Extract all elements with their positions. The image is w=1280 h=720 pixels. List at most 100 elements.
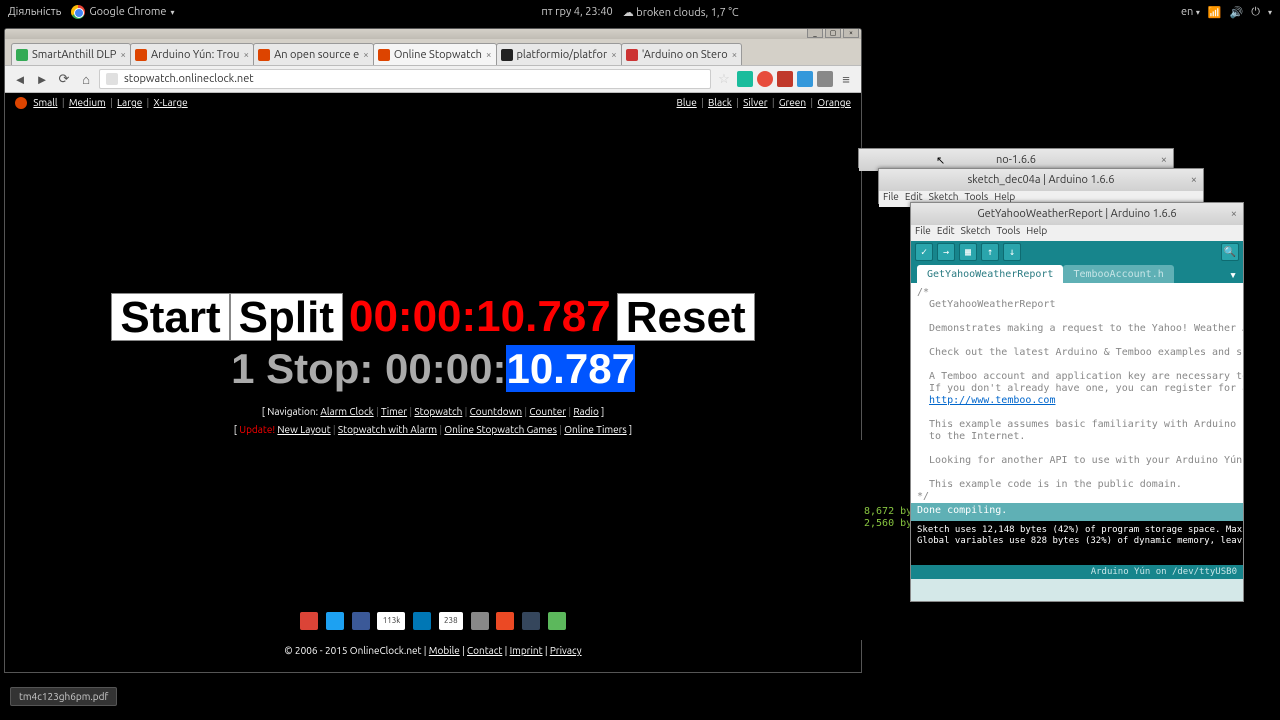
reload-button[interactable]: ⟳ (55, 70, 73, 88)
close-tab-icon[interactable]: × (732, 49, 738, 60)
lang-indicator[interactable]: en ▾ (1181, 6, 1200, 18)
close-tab-icon[interactable]: × (243, 49, 249, 60)
weather-widget[interactable]: ☁ broken clouds, 1,7 °C (623, 6, 739, 19)
close-icon[interactable]: × (1161, 154, 1167, 166)
star-icon[interactable]: ☆ (715, 70, 733, 88)
close-icon[interactable]: × (1191, 174, 1197, 186)
link[interactable]: Medium (69, 97, 106, 108)
close-tab-icon[interactable]: × (486, 49, 492, 60)
menu-item[interactable]: Edit (905, 191, 923, 202)
link[interactable]: New Layout (277, 424, 330, 435)
open-button[interactable]: ↑ (981, 243, 999, 261)
arduino-window-main[interactable]: GetYahooWeatherReport | Arduino 1.6.6× F… (910, 202, 1244, 602)
start-button[interactable]: Start (111, 293, 229, 341)
link[interactable]: Contact (467, 645, 502, 656)
reset-button[interactable]: Reset (617, 293, 755, 341)
menu-item[interactable]: File (883, 191, 899, 202)
tab-menu-icon[interactable]: ▾ (1223, 268, 1243, 283)
link[interactable]: Mobile (429, 645, 460, 656)
tab-sketch[interactable]: GetYahooWeatherReport (917, 265, 1063, 283)
menu-button[interactable]: ≡ (837, 70, 855, 88)
link[interactable]: Privacy (550, 645, 582, 656)
browser-tab[interactable]: SmartAnthill DLP× (11, 43, 131, 65)
share-icon[interactable] (548, 612, 566, 630)
close-tab-icon[interactable]: × (363, 49, 369, 60)
link[interactable]: Stopwatch with Alarm (338, 424, 437, 435)
close-tab-icon[interactable]: × (611, 49, 617, 60)
ext-icon-2[interactable] (757, 71, 773, 87)
arduino-window-1[interactable]: no-1.6.6× (858, 148, 1174, 168)
back-button[interactable]: ◄ (11, 70, 29, 88)
link[interactable]: Online Timers (564, 424, 627, 435)
maximize-button[interactable]: ▢ (825, 28, 841, 38)
gplus-icon[interactable] (300, 612, 318, 630)
browser-tab[interactable]: 'Arduino on Stero× (621, 43, 742, 65)
link[interactable]: Small (33, 97, 57, 108)
download-chip[interactable]: tm4c123gh6pm.pdf (10, 687, 117, 706)
tab-header[interactable]: TembooAccount.h (1063, 265, 1173, 283)
link[interactable]: Large (117, 97, 142, 108)
stopwatch-time: 00:00:10.787 (343, 293, 617, 341)
tumblr-icon[interactable] (522, 612, 540, 630)
minimize-button[interactable]: _ (807, 28, 823, 38)
link[interactable]: Imprint (510, 645, 543, 656)
link[interactable]: Stopwatch (414, 406, 462, 417)
split-button[interactable]: Split (230, 293, 343, 341)
menu-item[interactable]: Tools (997, 225, 1021, 236)
close-button[interactable]: × (843, 28, 859, 38)
menu-item[interactable]: Edit (937, 225, 955, 236)
twitter-icon[interactable] (326, 612, 344, 630)
ext-icon-4[interactable] (797, 71, 813, 87)
arduino-window-2[interactable]: sketch_dec04a | Arduino 1.6.6× FileEditS… (878, 168, 1204, 204)
stumble-icon[interactable] (496, 612, 514, 630)
address-bar[interactable]: stopwatch.onlineclock.net (99, 69, 711, 89)
menu-item[interactable]: Tools (965, 191, 989, 202)
browser-tab[interactable]: An open source e× (253, 43, 374, 65)
link[interactable]: Radio (573, 406, 598, 417)
browser-tab[interactable]: Arduino Yún: Trou× (130, 43, 254, 65)
browser-tab[interactable]: Online Stopwatch× (373, 43, 497, 65)
clock[interactable]: пт гру 4, 23:40 (541, 6, 612, 19)
menu-item[interactable]: Sketch (929, 191, 959, 202)
menu-item[interactable]: Help (994, 191, 1015, 202)
link[interactable]: Black (708, 97, 732, 108)
link[interactable]: Blue (677, 97, 697, 108)
save-button[interactable]: ↓ (1003, 243, 1021, 261)
volume-icon[interactable]: 🔊 (1230, 6, 1244, 19)
close-tab-icon[interactable]: × (120, 49, 126, 60)
verify-button[interactable]: ✓ (915, 243, 933, 261)
activities-button[interactable]: Діяльність (8, 6, 61, 18)
linkedin-icon[interactable] (413, 612, 431, 630)
mail-icon[interactable] (471, 612, 489, 630)
status-bar: Done compiling. (911, 503, 1243, 521)
menu-item[interactable]: Help (1026, 225, 1047, 236)
link[interactable]: Alarm Clock (320, 406, 373, 417)
power-icon[interactable]: ⏻ (1251, 6, 1260, 19)
ext-icon-3[interactable] (777, 71, 793, 87)
ext-icon-5[interactable] (817, 71, 833, 87)
serial-monitor-button[interactable]: 🔍 (1221, 243, 1239, 261)
chrome-titlebar[interactable]: _ ▢ × (5, 29, 861, 39)
link[interactable]: Orange (817, 97, 851, 108)
link[interactable]: Countdown (470, 406, 522, 417)
fb-count: 113k (377, 612, 405, 630)
link[interactable]: Timer (381, 406, 407, 417)
link[interactable]: Green (779, 97, 806, 108)
menu-item[interactable]: File (915, 225, 931, 236)
menu-item[interactable]: Sketch (961, 225, 991, 236)
forward-button[interactable]: ► (33, 70, 51, 88)
close-icon[interactable]: × (1231, 208, 1237, 220)
link[interactable]: X-Large (154, 97, 188, 108)
link[interactable]: Silver (743, 97, 767, 108)
ext-icon-1[interactable] (737, 71, 753, 87)
link[interactable]: Online Stopwatch Games (444, 424, 557, 435)
browser-tab[interactable]: platformio/platfor× (496, 43, 622, 65)
upload-button[interactable]: → (937, 243, 955, 261)
link[interactable]: Counter (529, 406, 566, 417)
new-button[interactable]: ▦ (959, 243, 977, 261)
network-icon[interactable]: 📶 (1208, 6, 1222, 19)
facebook-icon[interactable] (352, 612, 370, 630)
code-editor[interactable]: /* GetYahooWeatherReport Demonstrates ma… (911, 283, 1243, 503)
home-button[interactable]: ⌂ (77, 70, 95, 88)
app-menu[interactable]: Google Chrome ▾ (71, 5, 174, 19)
